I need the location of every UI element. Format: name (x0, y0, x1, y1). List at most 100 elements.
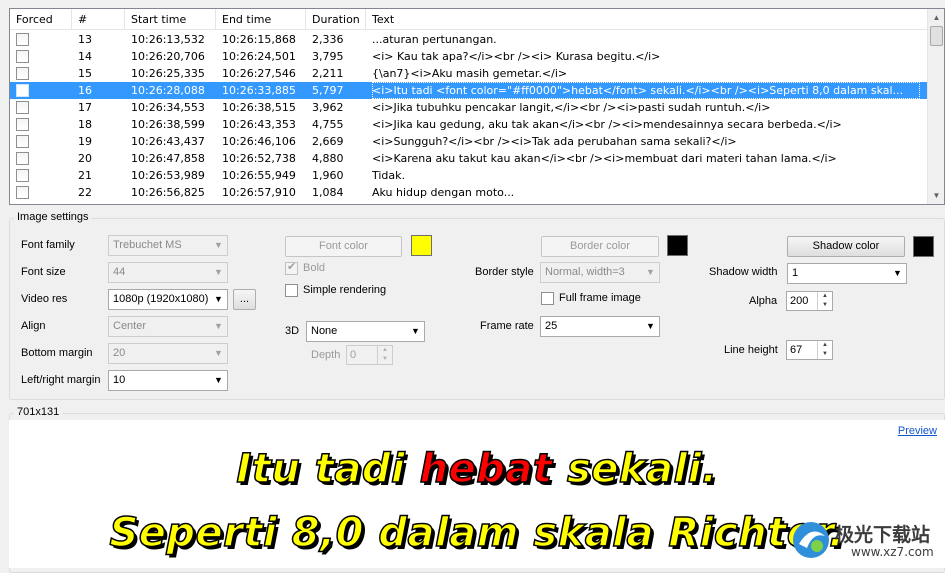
grid-header: Forced # Start time End time Duration Te… (10, 9, 928, 30)
column-number[interactable]: # (72, 9, 125, 30)
cell-end: 10:26:24,501 (222, 50, 296, 63)
three-d-value: None (311, 325, 338, 337)
subtitle-line-1-after: sekali. (552, 445, 718, 493)
table-row[interactable]: 20 10:26:47,858 10:26:52,738 4,880 <i>Karena… (10, 150, 928, 167)
table-row[interactable]: 21 10:26:53,989 10:26:55,949 1,960 Tidak. (10, 167, 928, 184)
border-color-button[interactable]: Border color (541, 236, 659, 257)
preview-panel: Preview Itu tadi hebat sekali. Seperti 8… (9, 420, 945, 568)
table-row[interactable]: 15 10:26:25,335 10:26:27,546 2,211 {\an7}<i>… (10, 65, 928, 82)
shadow-color-swatch[interactable] (913, 236, 934, 257)
cell-start: 10:26:25,335 (131, 67, 205, 80)
full-frame-label: Full frame image (559, 292, 641, 304)
cell-start: 10:26:13,532 (131, 33, 205, 46)
table-row[interactable]: 22 10:26:56,825 10:26:57,910 1,084 Aku hidup… (10, 184, 928, 201)
table-row[interactable]: 14 10:26:20,706 10:26:24,501 3,795 <i> Kau t… (10, 48, 928, 65)
column-forced[interactable]: Forced (10, 9, 72, 30)
watermark-title: 极光下载站 (835, 524, 931, 546)
table-row[interactable]: 16 10:26:28,088 10:26:33,885 5,797 <i>Itu ta… (10, 82, 928, 99)
shadow-width-label: Shadow width (709, 266, 778, 278)
table-row[interactable]: 18 10:26:38,599 10:26:43,353 4,755 <i>Jika k… (10, 116, 928, 133)
cell-num: 15 (78, 67, 92, 80)
cell-num: 20 (78, 152, 92, 165)
video-res-select[interactable]: 1080p (1920x1080) ▼ (108, 289, 228, 310)
table-row[interactable]: 17 10:26:34,553 10:26:38,515 3,962 <i>Jika t… (10, 99, 928, 116)
cell-dur: 1,084 (312, 186, 344, 199)
cell-dur: 5,797 (312, 84, 344, 97)
font-family-value: Trebuchet MS (113, 239, 182, 251)
chevron-down-icon: ▼ (893, 268, 902, 278)
alpha-spinner[interactable]: 200 ▲ ▼ (786, 291, 833, 311)
font-color-button[interactable]: Font color (285, 236, 402, 257)
table-row[interactable]: 19 10:26:43,437 10:26:46,106 2,669 <i>Sunggu… (10, 133, 928, 150)
bold-checkbox[interactable]: ✔ (285, 261, 298, 275)
font-family-select[interactable]: Trebuchet MS ▼ (108, 235, 228, 256)
cell-start: 10:26:20,706 (131, 50, 205, 63)
spin-down-icon[interactable]: ▼ (377, 355, 392, 364)
border-style-label: Border style (475, 266, 534, 278)
shadow-color-button[interactable]: Shadow color (787, 236, 905, 257)
font-size-select[interactable]: 44 ▼ (108, 262, 228, 283)
line-height-spinner[interactable]: 67 ▲ ▼ (786, 340, 833, 360)
video-res-browse-button[interactable]: ... (233, 289, 256, 310)
table-row[interactable]: 13 10:26:13,532 10:26:15,868 2,336 ...aturan… (10, 31, 928, 48)
cell-start: 10:26:56,825 (131, 186, 205, 199)
subtitle-grid[interactable]: Forced # Start time End time Duration Te… (9, 8, 945, 205)
align-select[interactable]: Center ▼ (108, 316, 228, 337)
column-start-time[interactable]: Start time (125, 9, 216, 30)
alpha-value: 200 (790, 295, 809, 307)
forced-checkbox[interactable] (16, 186, 29, 199)
frame-rate-select[interactable]: 25 ▼ (540, 316, 660, 337)
border-style-select[interactable]: Normal, width=3 ▼ (540, 262, 660, 283)
bottom-margin-label: Bottom margin (21, 347, 93, 359)
spin-down-icon[interactable]: ▼ (817, 301, 832, 310)
forced-checkbox[interactable] (16, 33, 29, 46)
spin-down-icon[interactable]: ▼ (817, 350, 832, 359)
bottom-margin-select[interactable]: 20 ▼ (108, 343, 228, 364)
align-label: Align (21, 320, 46, 332)
shadow-width-value: 1 (792, 267, 799, 279)
cell-dur: 4,755 (312, 118, 344, 131)
frame-rate-value: 25 (545, 320, 558, 332)
three-d-label: 3D (285, 325, 300, 337)
forced-checkbox[interactable] (16, 152, 29, 165)
full-frame-checkbox[interactable] (541, 292, 554, 305)
column-duration[interactable]: Duration (306, 9, 366, 30)
chevron-down-icon: ▼ (646, 267, 655, 277)
simple-rendering-checkbox[interactable] (285, 284, 298, 297)
lr-margin-select[interactable]: 10 ▼ (108, 370, 228, 391)
cell-dur: 3,795 (312, 50, 344, 63)
scroll-thumb[interactable] (930, 26, 943, 46)
column-text[interactable]: Text (366, 9, 928, 30)
scroll-up-icon[interactable]: ▲ (928, 9, 944, 26)
forced-checkbox[interactable] (16, 50, 29, 63)
cell-start: 10:26:28,088 (131, 84, 205, 97)
spin-up-icon[interactable]: ▲ (817, 292, 832, 301)
three-d-select[interactable]: None ▼ (306, 321, 425, 342)
font-color-swatch[interactable] (411, 235, 432, 256)
forced-checkbox[interactable] (16, 67, 29, 80)
forced-checkbox[interactable] (16, 135, 29, 148)
chevron-down-icon: ▼ (214, 294, 223, 304)
spin-up-icon[interactable]: ▲ (817, 341, 832, 350)
forced-checkbox[interactable] (16, 101, 29, 114)
grid-scrollbar[interactable]: ▲ ▼ (927, 9, 944, 204)
scroll-down-icon[interactable]: ▼ (928, 187, 944, 204)
spin-up-icon[interactable]: ▲ (377, 346, 392, 355)
forced-checkbox[interactable] (16, 118, 29, 131)
forced-checkbox[interactable] (16, 84, 29, 97)
depth-spinner[interactable]: 0 ▲ ▼ (346, 345, 393, 365)
cell-num: 19 (78, 135, 92, 148)
column-end-time[interactable]: End time (216, 9, 306, 30)
chevron-down-icon: ▼ (214, 375, 223, 385)
cell-num: 14 (78, 50, 92, 63)
chevron-down-icon: ▼ (411, 326, 420, 336)
cell-start: 10:26:47,858 (131, 152, 205, 165)
preview-link[interactable]: Preview (898, 425, 937, 437)
shadow-width-select[interactable]: 1 ▼ (787, 263, 907, 284)
border-color-swatch[interactable] (667, 235, 688, 256)
forced-checkbox[interactable] (16, 169, 29, 182)
cell-dur: 3,962 (312, 101, 344, 114)
cell-end: 10:26:55,949 (222, 169, 296, 182)
cell-text: ...aturan pertunangan. (372, 33, 497, 46)
lr-margin-label: Left/right margin (21, 374, 101, 386)
